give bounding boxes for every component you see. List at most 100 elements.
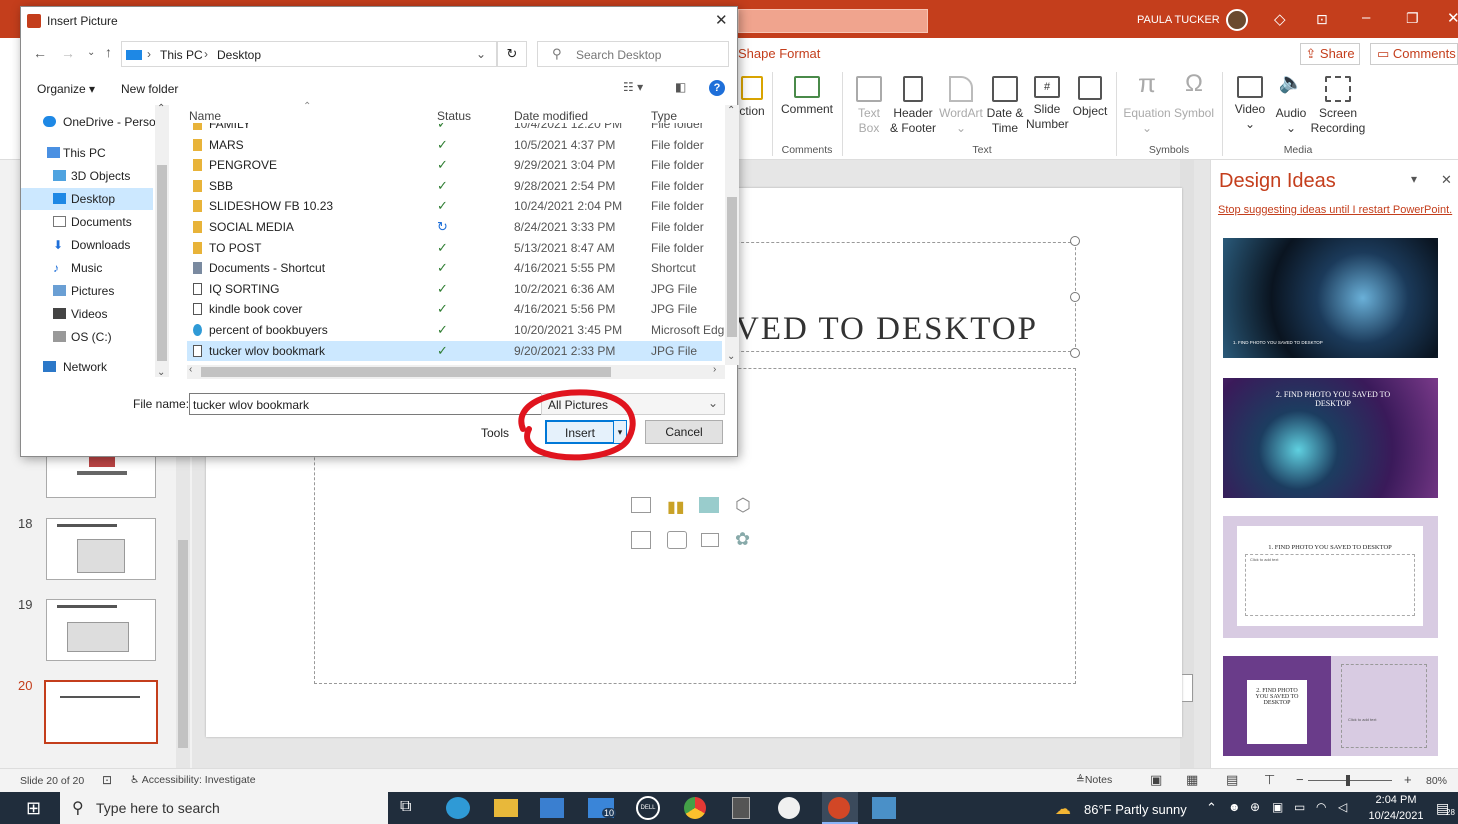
avatar[interactable]: [1226, 9, 1248, 31]
edge-icon[interactable]: [446, 797, 470, 819]
file-explorer-icon[interactable]: [494, 799, 518, 817]
resize-handle[interactable]: [1070, 292, 1080, 302]
weather-icon[interactable]: ☁: [1055, 799, 1071, 819]
slide-number-button[interactable]: # Slide Number: [1026, 76, 1069, 132]
clock-time[interactable]: 2:04 PM: [1366, 794, 1426, 806]
share-button[interactable]: ⇪ Share: [1300, 43, 1360, 65]
comment-button[interactable]: Comment: [778, 76, 836, 117]
file-list-scrollbar[interactable]: ⌃ ⌄: [725, 105, 739, 365]
windows-start-icon[interactable]: ⊞: [26, 798, 41, 819]
equation-button[interactable]: π Equation ⌄: [1122, 70, 1172, 136]
nav-scroll-down-icon[interactable]: ⌄: [157, 367, 165, 378]
design-idea-3[interactable]: 1. FIND PHOTO YOU SAVED TO DESKTOP Click…: [1223, 516, 1438, 638]
tray-edit-icon[interactable]: ▣: [1272, 800, 1283, 814]
zoom-slider[interactable]: [1308, 775, 1392, 786]
file-row[interactable]: SOCIAL MEDIA ↻ 8/24/2021 3:33 PM File folde…: [187, 217, 722, 237]
search-desktop-box[interactable]: ⚲ Search Desktop: [537, 41, 729, 67]
recent-locations-icon[interactable]: ⌄: [87, 47, 95, 58]
list-scroll-up-icon[interactable]: ⌃: [727, 105, 735, 116]
symbol-button[interactable]: Ω Symbol: [1172, 72, 1216, 121]
nav-network[interactable]: Network: [21, 356, 171, 378]
file-row[interactable]: kindle book cover ✓ 4/16/2021 5:56 PM JPG F…: [187, 299, 722, 319]
close-icon[interactable]: ✕: [1447, 9, 1458, 27]
weather-text[interactable]: 86°F Partly sunny: [1084, 802, 1187, 817]
nav-scrollbar[interactable]: [155, 105, 169, 377]
insert-3d-model-icon[interactable]: ⬡: [735, 495, 751, 516]
file-row[interactable]: MARS ✓ 10/5/2021 4:37 PM File folder: [187, 135, 722, 155]
nav-music[interactable]: ♪ Music: [21, 257, 171, 279]
task-view-icon[interactable]: ⧉: [400, 798, 411, 816]
date-time-button[interactable]: Date & Time: [984, 76, 1026, 136]
breadcrumb-this-pc[interactable]: This PC: [160, 48, 203, 62]
file-row[interactable]: Documents - Shortcut ✓ 4/16/2021 5:55 PM Sh…: [187, 258, 722, 278]
back-arrow-icon[interactable]: ←: [33, 45, 47, 61]
spellcheck-icon[interactable]: ⊡: [102, 773, 112, 787]
column-name[interactable]: Name: [189, 109, 221, 123]
video-button[interactable]: Video ⌄: [1230, 76, 1270, 132]
notes-button[interactable]: ≜Notes: [1076, 774, 1112, 786]
design-idea-2[interactable]: 2. FIND PHOTO YOU SAVED TO DESKTOP: [1223, 378, 1438, 498]
address-dropdown-icon[interactable]: ⌄: [476, 47, 486, 61]
ribbon-display-icon[interactable]: ⊡: [1316, 11, 1328, 28]
chrome-icon[interactable]: [684, 797, 706, 819]
app-icon[interactable]: [778, 797, 800, 819]
insert-smartart-icon[interactable]: [699, 497, 719, 513]
slide-thumbnail-20[interactable]: [44, 680, 158, 744]
insert-chart-icon[interactable]: ▮▮: [667, 497, 685, 517]
new-folder-button[interactable]: New folder: [121, 82, 178, 96]
nav-documents[interactable]: Documents: [21, 211, 171, 233]
nav-3d-objects[interactable]: 3D Objects: [21, 165, 171, 187]
file-row[interactable]: TO POST ✓ 5/13/2021 8:47 AM File folder: [187, 238, 722, 258]
nav-videos[interactable]: Videos: [21, 303, 171, 325]
comments-button[interactable]: ▭ Comments: [1370, 43, 1458, 65]
forward-arrow-icon[interactable]: →: [61, 45, 75, 61]
nav-scroll-up-icon[interactable]: ⌃: [157, 103, 165, 114]
battery-icon[interactable]: ▭: [1294, 800, 1305, 814]
slideshow-icon[interactable]: ⊤: [1264, 772, 1275, 788]
action-button[interactable]: ction: [738, 76, 766, 119]
nav-pictures[interactable]: Pictures: [21, 280, 171, 302]
title-search-field[interactable]: [738, 9, 928, 33]
user-name[interactable]: PAULA TUCKER: [1137, 14, 1220, 26]
powerpoint-taskbar-icon[interactable]: [822, 792, 858, 824]
pane-options-icon[interactable]: ▾: [1411, 172, 1417, 186]
up-arrow-icon[interactable]: ↑: [105, 44, 112, 60]
store-icon[interactable]: [540, 798, 564, 818]
nav-downloads[interactable]: ⬇ Downloads: [21, 234, 171, 256]
title-placeholder[interactable]: VED TO DESKTOP: [726, 242, 1076, 352]
nav-this-pc[interactable]: This PC: [21, 142, 171, 164]
minimize-icon[interactable]: –: [1362, 9, 1370, 26]
photos-icon[interactable]: [872, 797, 896, 819]
insert-icons-icon[interactable]: ✿: [735, 529, 750, 550]
breadcrumb-desktop[interactable]: Desktop: [217, 48, 261, 62]
tools-menu[interactable]: Tools: [481, 426, 509, 440]
file-row[interactable]: PENGROVE ✓ 9/29/2021 3:04 PM File folder: [187, 155, 722, 175]
reading-view-icon[interactable]: ▤: [1226, 772, 1238, 788]
file-row[interactable]: tucker wlov bookmark ✓ 9/20/2021 2:33 PM JP…: [187, 340, 722, 361]
list-scroll-down-icon[interactable]: ⌄: [727, 351, 735, 362]
zoom-out-icon[interactable]: −: [1296, 772, 1304, 787]
accessibility-status[interactable]: ♿ Accessibility: Investigate: [130, 774, 256, 786]
file-row[interactable]: percent of bookbuyers ✓ 10/20/2021 3:45 PM…: [187, 320, 724, 340]
show-hidden-icons[interactable]: ⌃: [1206, 800, 1217, 816]
restore-icon[interactable]: ❐: [1406, 10, 1419, 27]
editor-scrollbar[interactable]: [1180, 160, 1194, 768]
zoom-level[interactable]: 80%: [1426, 775, 1447, 787]
nav-onedrive[interactable]: OneDrive - Person: [21, 111, 171, 133]
file-list-hscrollbar[interactable]: ‹ ›: [187, 364, 725, 379]
tray-app-icon[interactable]: ☻: [1228, 800, 1241, 814]
file-row[interactable]: SBB ✓ 9/28/2021 2:54 PM File folder: [187, 176, 722, 196]
dialog-close-icon[interactable]: ✕: [715, 11, 728, 29]
resize-handle[interactable]: [1070, 348, 1080, 358]
meet-now-icon[interactable]: ⊕: [1250, 800, 1260, 814]
stop-suggesting-link[interactable]: Stop suggesting ideas until I restart Po…: [1218, 204, 1458, 216]
calculator-icon[interactable]: [732, 797, 750, 819]
column-status[interactable]: Status: [437, 109, 471, 123]
audio-button[interactable]: 🔈 Audio ⌄: [1272, 73, 1310, 136]
zoom-in-icon[interactable]: +: [1404, 772, 1412, 787]
slide-thumbnail-19[interactable]: [46, 599, 156, 661]
preview-pane-icon[interactable]: ◧: [675, 80, 686, 94]
tab-shape-format[interactable]: Shape Format: [738, 46, 820, 61]
dell-icon[interactable]: DELL: [636, 796, 660, 820]
design-idea-1[interactable]: 1. FIND PHOTO YOU SAVED TO DESKTOP: [1223, 238, 1438, 358]
